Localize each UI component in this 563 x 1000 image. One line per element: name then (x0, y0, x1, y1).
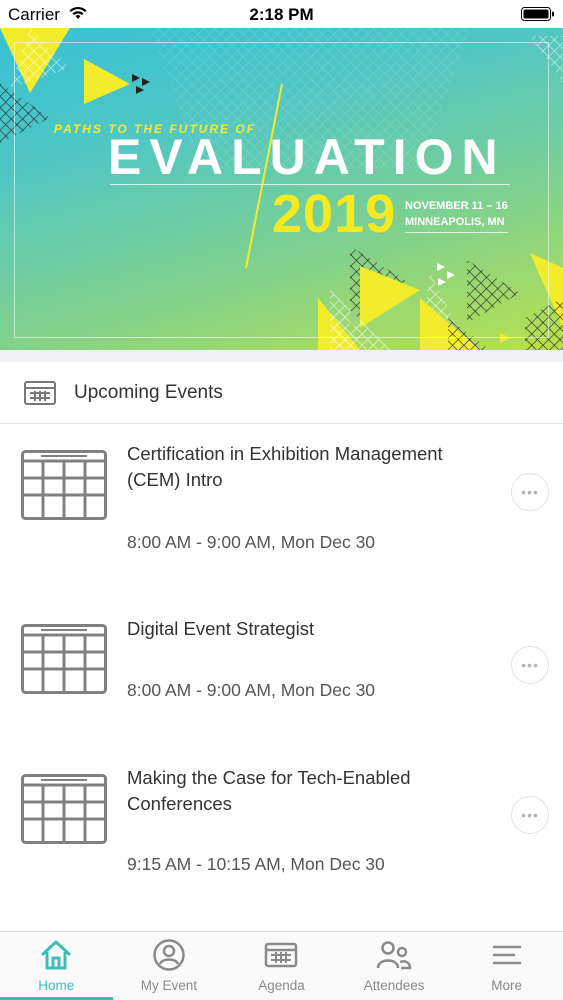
event-item[interactable]: Making the Case for Tech-Enabled Confere… (0, 750, 563, 920)
section-title: Upcoming Events (74, 382, 223, 403)
banner-location: MINNEAPOLIS, MN (405, 216, 505, 228)
tab-label: Attendees (363, 978, 425, 993)
event-title[interactable]: Digital Event Strategist (127, 616, 483, 642)
status-time: 2:18 PM (249, 5, 314, 24)
tab-label: Agenda (258, 978, 305, 993)
tab-home[interactable]: Home (0, 932, 113, 1000)
tab-label: Home (38, 978, 75, 993)
agenda-icon (225, 938, 338, 972)
tab-attendees[interactable]: Attendees (338, 932, 451, 1000)
attendees-icon (338, 938, 451, 972)
home-icon (0, 938, 113, 972)
more-options-button[interactable]: ••• (511, 796, 549, 834)
event-time: 8:00 AM - 9:00 AM, Mon Dec 30 (127, 680, 376, 700)
calendar-icon (21, 450, 107, 525)
event-banner: PATHS TO THE FUTURE OF EVALUATION 2019 N… (0, 28, 563, 350)
tab-my-event[interactable]: My Event (113, 932, 226, 1000)
more-options-button[interactable]: ••• (511, 646, 549, 684)
upcoming-events-header: Upcoming Events (0, 362, 563, 424)
calendar-grid-icon (24, 381, 56, 410)
event-item[interactable]: Certification in Exhibition Management (… (0, 425, 563, 595)
banner-title: EVALUATION (108, 129, 506, 185)
tab-label: My Event (140, 978, 198, 993)
ellipsis-icon: ••• (521, 807, 539, 823)
tab-agenda[interactable]: Agenda (225, 932, 338, 1000)
user-circle-icon (113, 938, 226, 972)
event-title[interactable]: Certification in Exhibition Management (… (127, 441, 483, 493)
status-bar: Carrier 2:18 PM (0, 0, 563, 28)
event-title[interactable]: Making the Case for Tech-Enabled Confere… (127, 765, 483, 817)
banner-year: 2019 (272, 184, 397, 244)
event-time: 9:15 AM - 10:15 AM, Mon Dec 30 (127, 854, 385, 874)
calendar-icon (21, 624, 107, 699)
event-item[interactable]: Digital Event Strategist 8:00 AM - 9:00 … (0, 600, 563, 740)
ellipsis-icon: ••• (521, 657, 539, 673)
calendar-icon (21, 774, 107, 849)
more-options-button[interactable]: ••• (511, 473, 549, 511)
banner-rule-small (405, 232, 508, 233)
ellipsis-icon: ••• (521, 484, 539, 500)
tab-label: More (491, 978, 523, 993)
menu-icon (450, 938, 563, 972)
event-time: 8:00 AM - 9:00 AM, Mon Dec 30 (127, 532, 376, 552)
banner-dates: NOVEMBER 11 – 16 (405, 200, 508, 212)
section-divider (0, 350, 563, 362)
tab-more[interactable]: More (450, 932, 563, 1000)
battery-icon (521, 6, 555, 27)
tab-bar: Home My Event Agenda Attendees More (0, 931, 563, 1000)
